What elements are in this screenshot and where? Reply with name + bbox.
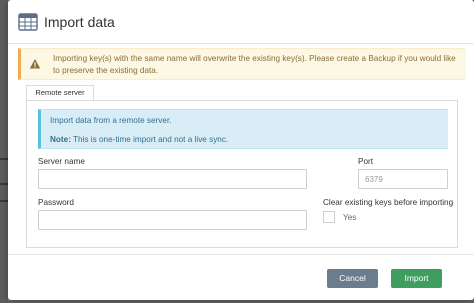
remote-import-info-alert: Import data from a remote server. Note: … <box>38 109 448 149</box>
import-button[interactable]: Import <box>391 269 442 288</box>
import-data-dialog: Import data Importing key(s) with the sa… <box>8 0 474 300</box>
footer-divider <box>8 254 474 255</box>
info-note-label: Note: <box>50 135 71 144</box>
port-label: Port <box>358 157 374 166</box>
dialog-title: Import data <box>44 14 115 30</box>
password-label: Password <box>38 198 74 207</box>
server-name-label: Server name <box>38 157 85 166</box>
clear-keys-checkbox[interactable] <box>323 211 335 223</box>
clear-keys-option-label[interactable]: Yes <box>343 212 356 223</box>
dialog-header: Import data <box>8 0 474 44</box>
info-note: Note: This is one-time import and not a … <box>50 134 228 146</box>
warning-icon <box>29 57 41 69</box>
clear-keys-label: Clear existing keys before importing <box>323 198 454 207</box>
info-description: Import data from a remote server. <box>50 116 172 125</box>
background-text-fragment <box>0 183 8 185</box>
background-app-strip <box>0 0 8 303</box>
tab-remote-server[interactable]: Remote server <box>26 85 94 101</box>
table-icon <box>18 12 38 32</box>
warning-message: Importing key(s) with the same name will… <box>53 54 456 75</box>
background-text-fragment <box>0 200 8 202</box>
background-text-fragment <box>0 158 8 160</box>
cancel-button[interactable]: Cancel <box>327 269 378 288</box>
overwrite-warning-alert: Importing key(s) with the same name will… <box>18 48 466 80</box>
password-input[interactable] <box>38 210 307 230</box>
remote-server-panel: Import data from a remote server. Note: … <box>26 100 458 248</box>
server-name-input[interactable] <box>38 169 307 189</box>
port-input[interactable] <box>358 169 448 189</box>
info-note-text: This is one-time import and not a live s… <box>70 135 229 144</box>
